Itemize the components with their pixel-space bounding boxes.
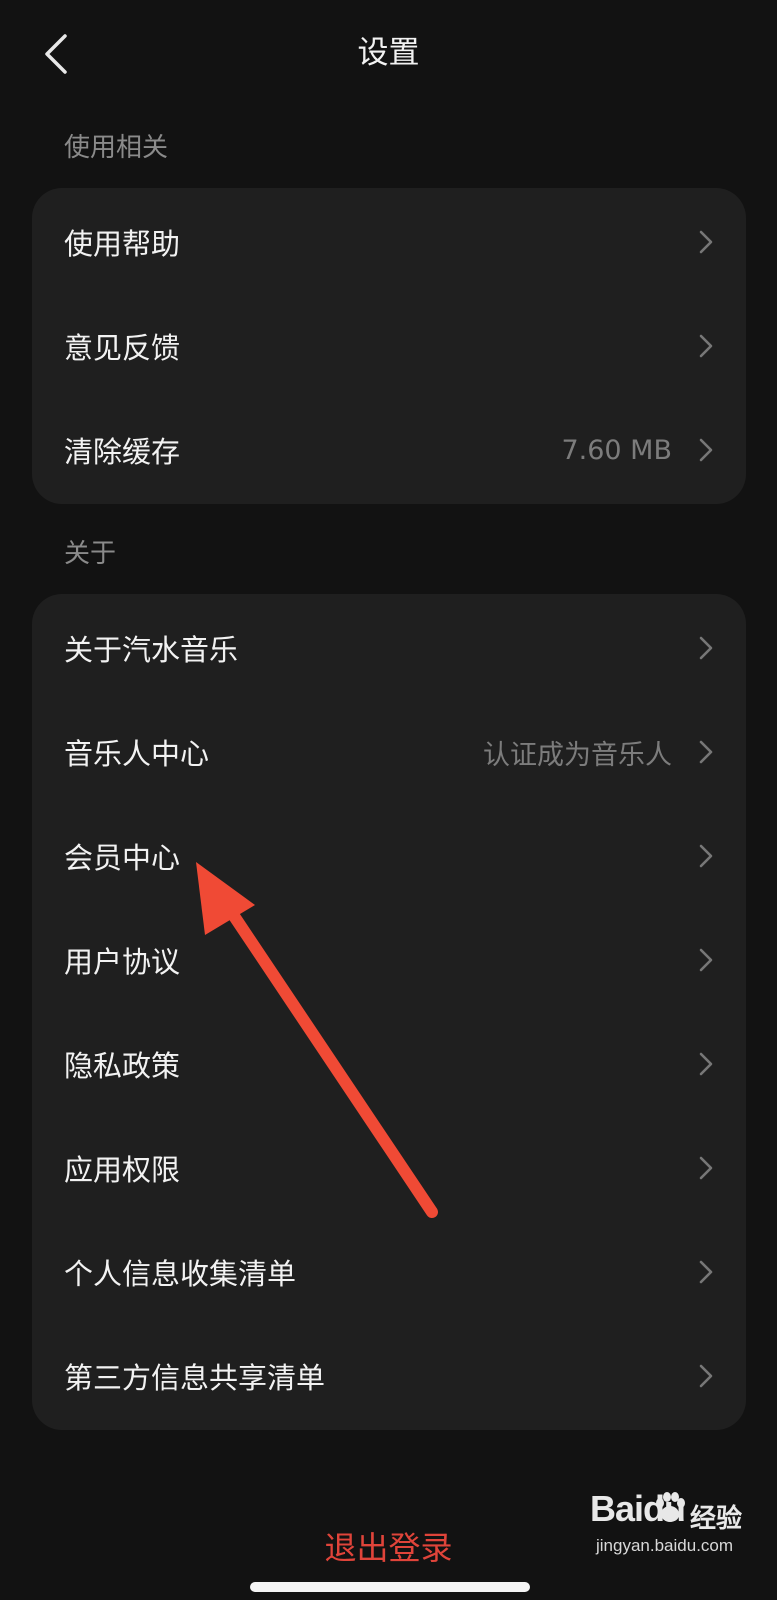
settings-item-label: 意见反馈 (64, 331, 181, 365)
settings-item-label: 音乐人中心 (64, 737, 210, 771)
paw-icon (656, 1492, 685, 1522)
settings-item-help[interactable]: 使用帮助 (32, 190, 746, 294)
settings-item-member-center[interactable]: 会员中心 (32, 804, 746, 908)
settings-item-third-party-sharing[interactable]: 第三方信息共享清单 (32, 1324, 746, 1428)
watermark-sub: 经验 (690, 1504, 743, 1534)
settings-item-label: 隐私政策 (64, 1049, 181, 1083)
baidu-jingyan-watermark: Baidu 经验 jingyan.baidu.com (590, 1488, 770, 1568)
chevron-right-icon (696, 634, 716, 662)
chevron-right-icon (696, 228, 716, 256)
settings-item-label: 第三方信息共享清单 (64, 1361, 326, 1395)
section-label-about: 关于 (64, 539, 117, 569)
settings-item-about-app[interactable]: 关于汽水音乐 (32, 596, 746, 700)
settings-item-label: 使用帮助 (64, 227, 181, 261)
musician-verify-hint: 认证成为音乐人 (483, 739, 672, 771)
page-title: 设置 (357, 35, 420, 71)
chevron-right-icon (696, 1258, 716, 1286)
settings-item-musician-center[interactable]: 音乐人中心 认证成为音乐人 (32, 700, 746, 804)
chevron-right-icon (696, 738, 716, 766)
settings-item-clear-cache[interactable]: 清除缓存 7.60 MB (32, 398, 746, 502)
chevron-right-icon (696, 1050, 716, 1078)
settings-item-label: 会员中心 (64, 841, 181, 875)
watermark-url: jingyan.baidu.com (596, 1536, 734, 1555)
settings-card-usage: 使用帮助 意见反馈 清除缓存 7.60 MB (32, 188, 746, 504)
chevron-right-icon (696, 1154, 716, 1182)
settings-item-label: 关于汽水音乐 (64, 633, 239, 667)
settings-item-app-permissions[interactable]: 应用权限 (32, 1116, 746, 1220)
cache-size-value: 7.60 MB (561, 434, 672, 466)
settings-card-about: 关于汽水音乐 音乐人中心 认证成为音乐人 会员中心 用户协议 隐私政策 应用权限 (32, 594, 746, 1430)
settings-item-label: 个人信息收集清单 (64, 1257, 297, 1291)
section-label-usage: 使用相关 (64, 133, 169, 163)
chevron-right-icon (696, 332, 716, 360)
settings-item-privacy-policy[interactable]: 隐私政策 (32, 1012, 746, 1116)
chevron-right-icon (696, 946, 716, 974)
settings-item-personal-info-list[interactable]: 个人信息收集清单 (32, 1220, 746, 1324)
home-indicator[interactable] (250, 1582, 530, 1592)
settings-item-feedback[interactable]: 意见反馈 (32, 294, 746, 398)
settings-item-label: 应用权限 (64, 1153, 181, 1187)
chevron-right-icon (696, 842, 716, 870)
chevron-right-icon (696, 436, 716, 464)
settings-item-label: 用户协议 (64, 945, 181, 979)
top-bar: 设置 (0, 0, 777, 110)
settings-item-user-agreement[interactable]: 用户协议 (32, 908, 746, 1012)
chevron-right-icon (696, 1362, 716, 1390)
settings-item-label: 清除缓存 (64, 435, 181, 469)
